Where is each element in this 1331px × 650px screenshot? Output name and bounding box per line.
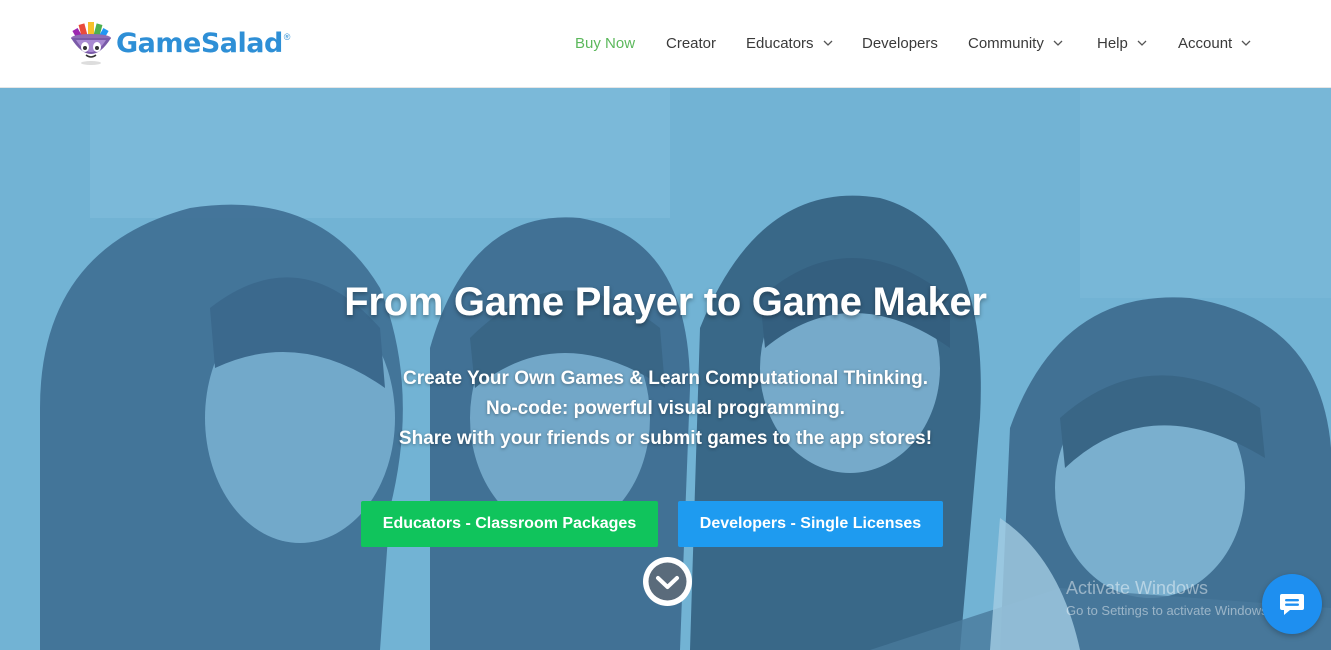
hero-subtitle: Create Your Own Games & Learn Computatio…	[0, 364, 1331, 454]
watermark-subtitle: Go to Settings to activate Windows.	[1066, 603, 1272, 618]
nav-item-educators[interactable]: Educators	[746, 31, 833, 55]
nav-item-help[interactable]: Help	[1097, 31, 1147, 55]
chat-button[interactable]	[1262, 574, 1322, 634]
nav-item-account[interactable]: Account	[1178, 31, 1251, 55]
nav-item-creator[interactable]: Creator	[666, 31, 716, 55]
chevron-down-icon	[1241, 40, 1251, 46]
developers-licenses-button[interactable]: Developers - Single Licenses	[678, 501, 943, 547]
activate-windows-watermark: Activate Windows Go to Settings to activ…	[1066, 578, 1271, 618]
site-header: GameSalad ® Buy Now Creator Educators Dev…	[0, 0, 1331, 88]
hero-title: From Game Player to Game Maker	[344, 280, 987, 324]
chat-icon	[1280, 594, 1304, 615]
hero-line: Create Your Own Games & Learn Computatio…	[402, 368, 929, 389]
nav-item-label: Account	[1178, 34, 1233, 52]
chevron-down-icon	[1053, 40, 1063, 46]
nav-item-label: Creator	[666, 34, 717, 52]
watermark-title: Activate Windows	[1066, 578, 1209, 598]
hero-line: Share with your friends or submit games …	[398, 428, 933, 449]
chevron-down-icon	[1137, 40, 1147, 46]
nav-item-developers[interactable]: Developers	[862, 31, 938, 55]
chevron-down-icon	[648, 562, 687, 601]
nav-item-label: Community	[968, 34, 1044, 52]
nav-item-label: Help	[1097, 34, 1128, 52]
nav-item-label: Educators	[746, 34, 814, 52]
chevron-down-icon	[823, 40, 833, 46]
scroll-down-button[interactable]	[643, 557, 692, 606]
educators-packages-button[interactable]: Educators - Classroom Packages	[361, 501, 658, 547]
nav-item-label: Buy Now	[575, 34, 636, 52]
hero-section: From Game Player to Game Maker Create Yo…	[0, 88, 1331, 650]
main-nav: Buy Now Creator Educators Developers Com…	[0, 31, 1331, 55]
nav-item-community[interactable]: Community	[968, 31, 1063, 55]
hero-line: No-code: powerful visual programming.	[486, 398, 845, 419]
nav-item-label: Developers	[862, 34, 938, 52]
nav-item-buy-now[interactable]: Buy Now	[575, 31, 635, 55]
